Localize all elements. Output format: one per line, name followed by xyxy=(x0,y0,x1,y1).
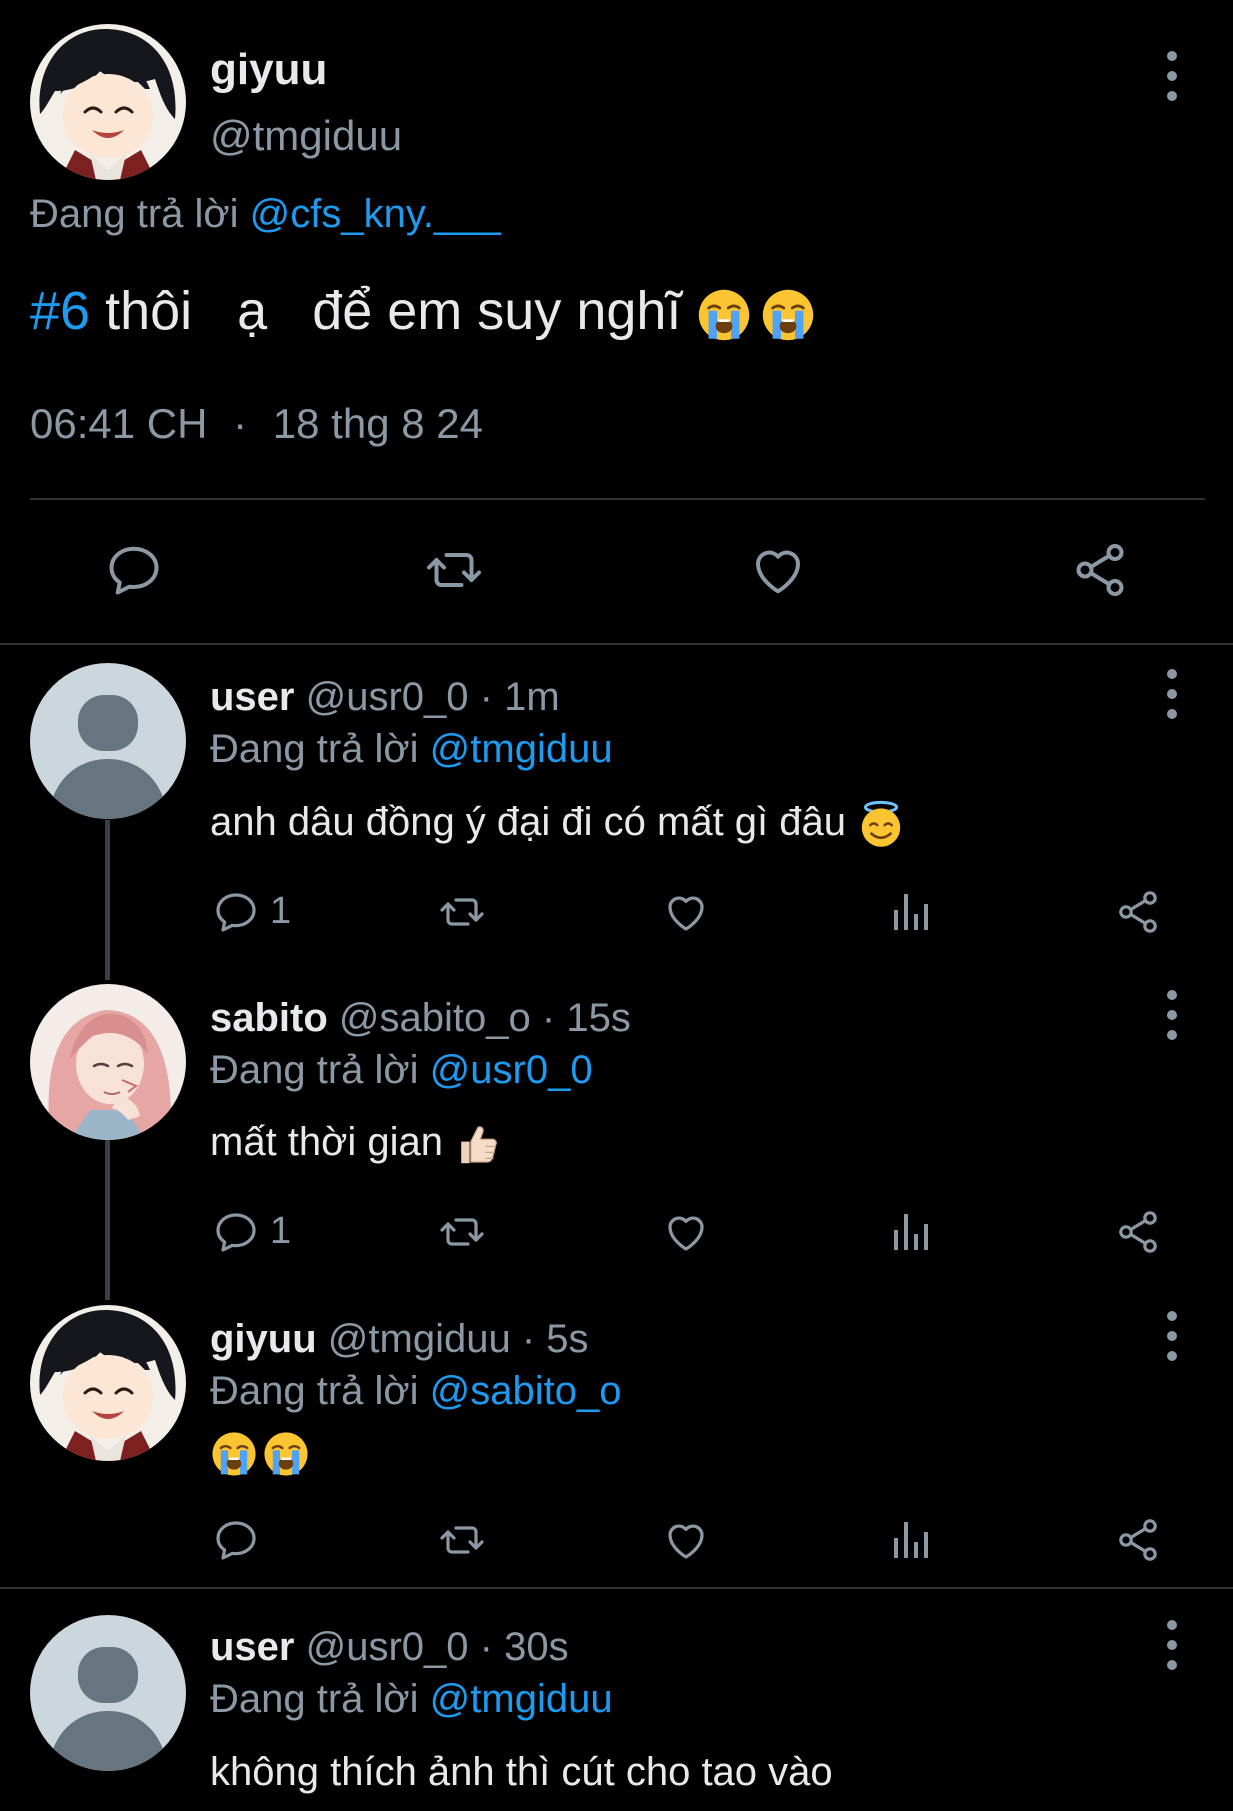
main-replying-line: Đang trả lời @cfs_kny.___ xyxy=(30,192,501,237)
reply-author-name[interactable]: sabito xyxy=(210,996,328,1040)
main-timestamp[interactable]: 06:41 CH · 18 thg 8 24 xyxy=(30,400,483,448)
reply-replying-line: Đang trả lời @tmgiduu xyxy=(210,727,613,772)
reply-author-handle[interactable]: @usr0_0 xyxy=(306,1625,469,1669)
section-divider xyxy=(0,643,1233,645)
reply-text: mất thời gian xyxy=(210,1120,502,1168)
reply-age: · 30s xyxy=(479,1625,569,1669)
default-avatar-image xyxy=(30,1615,186,1771)
loudly-crying-face-icon xyxy=(262,1430,310,1478)
replying-prefix: Đang trả lời xyxy=(210,1677,419,1721)
reply-more-options-icon[interactable] xyxy=(1157,1306,1187,1366)
reply-body: anh dâu đồng ý đại đi có mất gì đâu xyxy=(210,800,858,844)
thread-connector xyxy=(105,820,110,980)
reply-age: · 1m xyxy=(479,675,560,719)
reply-avatar[interactable] xyxy=(30,663,186,819)
reply-author-handle[interactable]: @tmgiduu xyxy=(328,1317,511,1361)
replying-to-link[interactable]: @usr0_0 xyxy=(430,1048,593,1092)
replying-prefix: Đang trả lời xyxy=(210,727,419,771)
time-separator: · xyxy=(233,400,248,447)
hashtag-link[interactable]: #6 xyxy=(30,281,90,341)
reply-header: sabito @sabito_o · 15s xyxy=(210,996,631,1041)
share-icon[interactable] xyxy=(1114,1208,1162,1256)
reply-icon[interactable] xyxy=(212,888,260,936)
reply-count: 1 xyxy=(270,890,292,932)
like-icon[interactable] xyxy=(662,1208,710,1256)
reply-replying-line: Đang trả lời @usr0_0 xyxy=(210,1048,593,1093)
reply-author-name[interactable]: user xyxy=(210,1625,295,1669)
reply-header: user @usr0_0 · 1m xyxy=(210,675,560,720)
main-tweet-body: thôi ạ để em suy nghĩ xyxy=(90,281,697,341)
reply-author-handle[interactable]: @usr0_0 xyxy=(306,675,469,719)
loudly-crying-face-icon xyxy=(696,287,752,343)
thread-connector xyxy=(105,1140,110,1300)
like-icon[interactable] xyxy=(748,540,808,600)
reply-icon[interactable] xyxy=(104,540,164,600)
like-icon[interactable] xyxy=(662,888,710,936)
like-icon[interactable] xyxy=(662,1516,710,1564)
smiling-face-with-halo-icon xyxy=(857,800,905,848)
thumbs-up-icon xyxy=(454,1120,502,1168)
sabito-avatar-image xyxy=(30,984,186,1140)
reply-text: không thích ảnh thì cút cho tao vào xyxy=(210,1750,833,1794)
reply-count: 1 xyxy=(270,1210,292,1252)
main-more-options-icon[interactable] xyxy=(1157,46,1187,106)
main-author-handle[interactable]: @tmgiduu xyxy=(210,112,402,160)
reply-avatar[interactable] xyxy=(30,1305,186,1461)
replying-prefix: Đang trả lời xyxy=(210,1369,419,1413)
reply-age: · 5s xyxy=(521,1317,589,1361)
views-icon[interactable] xyxy=(888,888,936,936)
reply-avatar[interactable] xyxy=(30,984,186,1140)
loudly-crying-face-icon xyxy=(210,1430,258,1478)
reply-replying-line: Đang trả lời @tmgiduu xyxy=(210,1677,613,1722)
reply-text: anh dâu đồng ý đại đi có mất gì đâu xyxy=(210,800,905,848)
reply-more-options-icon[interactable] xyxy=(1157,1615,1187,1675)
retweet-icon[interactable] xyxy=(438,1208,486,1256)
views-icon[interactable] xyxy=(888,1208,936,1256)
tweet-date: 18 thg 8 24 xyxy=(272,400,483,447)
main-author-name[interactable]: giyuu xyxy=(210,45,327,95)
main-tweet-text: #6 thôi ạ để em suy nghĩ xyxy=(30,280,816,343)
reply-icon[interactable] xyxy=(212,1208,260,1256)
replying-to-link[interactable]: @sabito_o xyxy=(430,1369,622,1413)
reply-author-name[interactable]: user xyxy=(210,675,295,719)
default-avatar-image xyxy=(30,663,186,819)
loudly-crying-face-icon xyxy=(760,287,816,343)
replying-prefix: Đang trả lời xyxy=(30,192,239,236)
replying-to-link[interactable]: @tmgiduu xyxy=(430,727,613,771)
replying-to-link[interactable]: @tmgiduu xyxy=(430,1677,613,1721)
main-divider xyxy=(30,498,1205,500)
giyuu-avatar-image xyxy=(30,1305,186,1461)
reply-header: user @usr0_0 · 30s xyxy=(210,1625,569,1670)
reply-text xyxy=(210,1430,310,1478)
share-icon[interactable] xyxy=(1114,1516,1162,1564)
retweet-icon[interactable] xyxy=(424,540,484,600)
reply-avatar[interactable] xyxy=(30,1615,186,1771)
main-author-avatar[interactable] xyxy=(30,24,186,180)
section-divider xyxy=(0,1587,1233,1589)
views-icon[interactable] xyxy=(888,1516,936,1564)
replying-prefix: Đang trả lời xyxy=(210,1048,419,1092)
reply-icon[interactable] xyxy=(212,1516,260,1564)
giyuu-avatar-image xyxy=(30,24,186,180)
share-icon[interactable] xyxy=(1070,540,1130,600)
share-icon[interactable] xyxy=(1114,888,1162,936)
reply-more-options-icon[interactable] xyxy=(1157,664,1187,724)
tweet-time: 06:41 CH xyxy=(30,400,208,447)
reply-body: mất thời gian xyxy=(210,1120,455,1164)
replying-to-link[interactable]: @cfs_kny.___ xyxy=(250,192,501,236)
reply-author-name[interactable]: giyuu xyxy=(210,1317,317,1361)
retweet-icon[interactable] xyxy=(438,1516,486,1564)
retweet-icon[interactable] xyxy=(438,888,486,936)
reply-age: · 15s xyxy=(541,996,631,1040)
reply-replying-line: Đang trả lời @sabito_o xyxy=(210,1369,622,1414)
reply-more-options-icon[interactable] xyxy=(1157,985,1187,1045)
reply-author-handle[interactable]: @sabito_o xyxy=(339,996,531,1040)
reply-header: giyuu @tmgiduu · 5s xyxy=(210,1317,589,1362)
